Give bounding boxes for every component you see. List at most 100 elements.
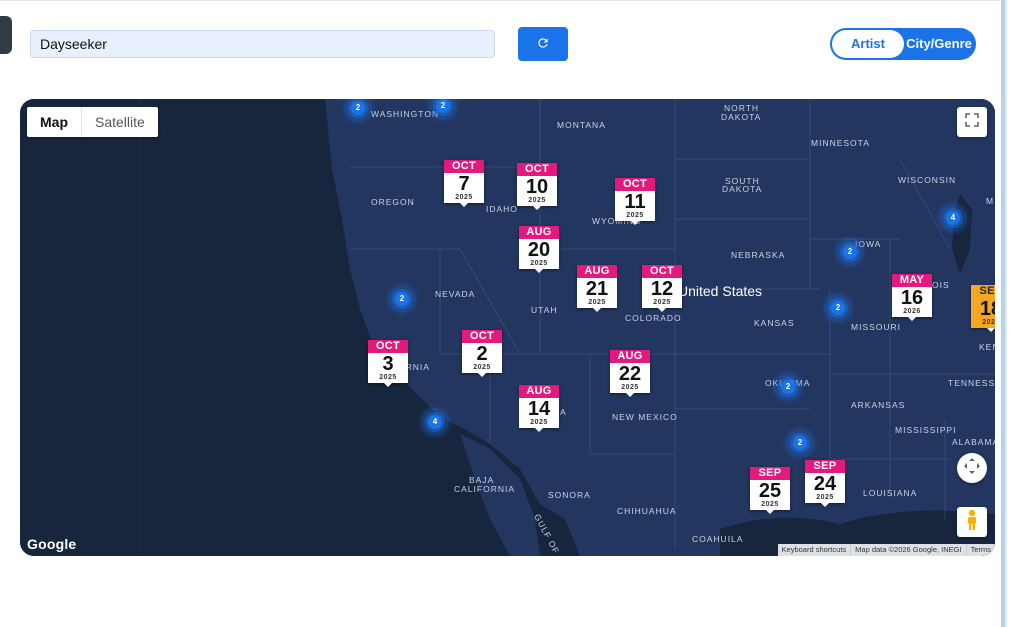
event-day: 21	[585, 278, 609, 300]
toggle-city-genre[interactable]: City/Genre	[904, 30, 974, 58]
event-marker[interactable]: OCT 3 2025	[368, 340, 408, 387]
label-nevada: NEVADA	[435, 289, 476, 299]
event-year: 2025	[473, 364, 491, 371]
event-marker[interactable]: MAY 16 2026	[892, 274, 932, 321]
event-day: 10	[525, 176, 549, 198]
map-type-map-button[interactable]: Map	[27, 107, 82, 137]
refresh-button[interactable]	[518, 27, 568, 61]
event-day: 7	[458, 173, 470, 195]
map-data-text: Map data ©2026 Google, INEGI	[850, 544, 965, 556]
cluster-marker[interactable]: 2	[831, 301, 845, 315]
cluster-marker[interactable]: 2	[793, 436, 807, 450]
event-month: AUG	[577, 265, 617, 278]
event-month: OCT	[368, 340, 408, 353]
event-day: 25	[758, 480, 782, 502]
cluster-marker[interactable]: 2	[781, 380, 795, 394]
cluster-marker[interactable]: 4	[946, 211, 960, 225]
sidebar-toggle-tab[interactable]	[0, 16, 12, 54]
map-type-control: Map Satellite	[27, 107, 158, 137]
event-month: SEP	[805, 460, 845, 473]
event-month: SEP	[971, 285, 995, 298]
event-year: 2025	[379, 374, 397, 381]
label-louisiana: LOUISIANA	[863, 488, 918, 498]
event-month: SEP	[750, 467, 790, 480]
map-type-satellite-button[interactable]: Satellite	[82, 107, 158, 137]
event-marker[interactable]: OCT 12 2025	[642, 265, 682, 312]
terms-link[interactable]: Terms	[965, 544, 995, 556]
event-marker[interactable]: AUG 20 2025	[519, 226, 559, 273]
search-input[interactable]	[30, 30, 495, 58]
event-month: OCT	[517, 163, 557, 176]
event-day: 18	[979, 298, 995, 320]
fullscreen-button[interactable]	[957, 107, 987, 137]
event-marker-highlighted[interactable]: SEP 18 2025	[971, 285, 995, 332]
label-kentucky: KEN	[979, 342, 995, 352]
label-montana: MONTANA	[557, 120, 606, 130]
label-arizona-partial: A	[560, 407, 567, 417]
event-day: 2	[476, 343, 488, 365]
cluster-marker[interactable]: 2	[436, 99, 450, 113]
label-north-dakota-2: DAKOTA	[721, 112, 762, 122]
google-logo: Google	[27, 536, 77, 552]
event-marker[interactable]: AUG 21 2025	[577, 265, 617, 312]
label-south-dakota-2: DAKOTA	[722, 184, 763, 194]
event-year: 2026	[903, 308, 921, 315]
cluster-marker[interactable]: 2	[843, 245, 857, 259]
label-new-mexico: NEW MEXICO	[612, 412, 678, 422]
cluster-marker[interactable]: 2	[395, 292, 409, 306]
event-year: 2025	[455, 194, 473, 201]
label-iowa: IOWA	[855, 239, 882, 249]
event-marker[interactable]: SEP 25 2025	[750, 467, 790, 514]
event-marker[interactable]: OCT 10 2025	[517, 163, 557, 210]
label-washington: WASHINGTON	[371, 109, 440, 119]
street-view-pegman-button[interactable]	[957, 507, 987, 537]
label-sonora: SONORA	[548, 490, 591, 500]
event-year: 2025	[982, 319, 995, 326]
event-day: 3	[382, 353, 394, 375]
toggle-artist[interactable]: Artist	[832, 30, 904, 58]
event-marker[interactable]: SEP 24 2025	[805, 460, 845, 507]
event-day: 22	[618, 363, 642, 385]
label-baja-2: CALIFORNIA	[454, 484, 516, 494]
cluster-marker[interactable]: 4	[428, 415, 442, 429]
label-arkansas: ARKANSAS	[851, 400, 906, 410]
refresh-icon	[536, 36, 550, 53]
map-view[interactable]: WASHINGTON MONTANA NORTH DAKOTA MINNESOT…	[20, 99, 995, 556]
label-colorado: COLORADO	[625, 313, 682, 323]
fullscreen-icon	[965, 112, 979, 132]
label-alabama: ALABAMA	[952, 437, 995, 447]
event-marker[interactable]: AUG 22 2025	[610, 350, 650, 397]
label-mi: M	[986, 196, 995, 206]
event-year: 2025	[653, 299, 671, 306]
top-divider	[0, 0, 1000, 1]
camera-control-button[interactable]	[957, 453, 987, 483]
cluster-marker[interactable]: 2	[351, 101, 365, 115]
event-day: 16	[900, 287, 924, 309]
event-day: 11	[624, 191, 646, 213]
event-marker[interactable]: OCT 11 2025	[615, 178, 655, 225]
event-day: 12	[650, 278, 674, 300]
event-month: OCT	[444, 160, 484, 173]
event-year: 2025	[588, 299, 606, 306]
event-month: AUG	[519, 385, 559, 398]
search-mode-toggle: Artist City/Genre	[830, 28, 976, 60]
window-edge-shadow	[1005, 0, 1007, 627]
keyboard-shortcuts-link[interactable]: Keyboard shortcuts	[778, 544, 851, 556]
event-marker[interactable]: OCT 2 2025	[462, 330, 502, 377]
label-illinois: OIS	[932, 280, 950, 290]
map-attribution: Keyboard shortcuts Map data ©2026 Google…	[777, 544, 995, 556]
event-month: OCT	[642, 265, 682, 278]
event-month: OCT	[615, 178, 655, 191]
label-minnesota: MINNESOTA	[811, 138, 870, 148]
event-month: MAY	[892, 274, 932, 287]
event-marker[interactable]: AUG 14 2025	[519, 385, 559, 432]
event-day: 20	[527, 239, 551, 261]
event-month: AUG	[519, 226, 559, 239]
label-missouri: MISSOURI	[851, 322, 902, 332]
label-chihuahua: CHIHUAHUA	[617, 506, 677, 516]
event-year: 2025	[621, 384, 639, 391]
label-united-states: United States	[678, 283, 763, 299]
label-mississippi: MISSISSIPPI	[895, 425, 957, 435]
event-marker[interactable]: OCT 7 2025	[444, 160, 484, 207]
label-nebraska: NEBRASKA	[731, 250, 786, 260]
